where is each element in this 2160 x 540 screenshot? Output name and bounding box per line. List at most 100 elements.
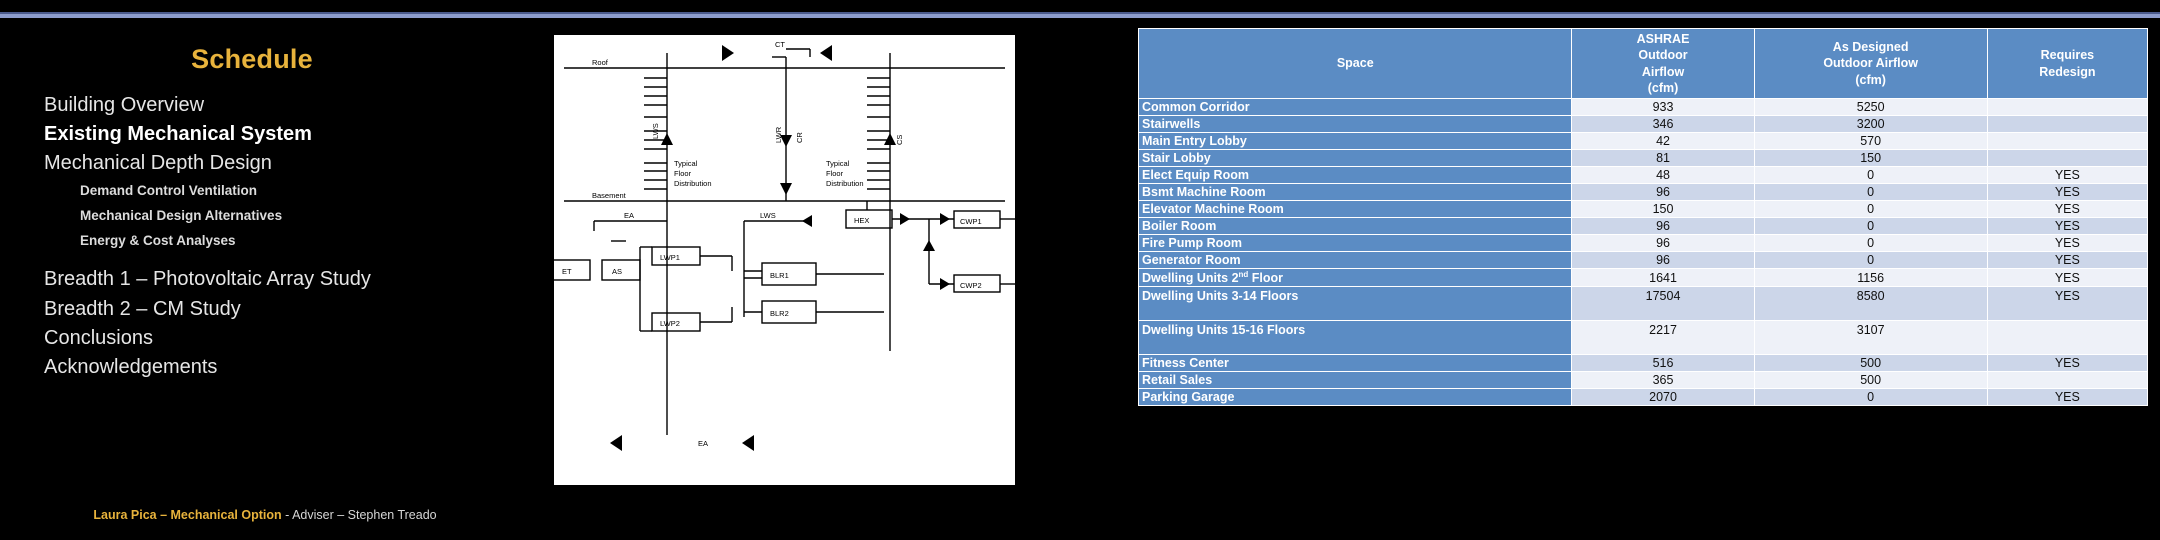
cell-space: Elevator Machine Room bbox=[1137, 200, 1573, 218]
agenda-item-9[interactable]: Acknowledgements bbox=[44, 353, 540, 382]
column-header-space: Space bbox=[1137, 28, 1573, 99]
agenda-item-2[interactable]: Mechanical Depth Design bbox=[44, 149, 540, 178]
header-line: Outdoor bbox=[1638, 48, 1688, 62]
label-lwr-riser: LWR bbox=[774, 126, 783, 143]
expansion-tank-box bbox=[554, 259, 591, 281]
label-pump-1: LWP1 bbox=[660, 253, 680, 262]
table-row: Fitness Center 516 500 YES bbox=[1137, 354, 2149, 373]
label-cond-pump-2: CWP2 bbox=[960, 281, 982, 290]
agenda-item-1[interactable]: Existing Mechanical System bbox=[44, 120, 540, 149]
agenda-item-3[interactable]: Demand Control Ventilation bbox=[80, 179, 540, 204]
agenda-item-0[interactable]: Building Overview bbox=[44, 91, 540, 120]
label-ea-bottom: EA bbox=[698, 439, 708, 448]
mechanical-riser-diagram: Roof Basement CT LWS LWR CR CS Typical F… bbox=[554, 35, 1015, 485]
nav-arrow-left-top bbox=[820, 45, 832, 61]
label-lws-riser: LWS bbox=[651, 123, 660, 139]
agenda-item-8[interactable]: Conclusions bbox=[44, 324, 540, 353]
presentation-slide: Schedule Building Overview Existing Mecha… bbox=[0, 0, 2160, 540]
label-typical-floor-1: Typical bbox=[674, 159, 698, 168]
cell-ashrae-airflow: 42 bbox=[1571, 132, 1755, 150]
label-cs-riser: CS bbox=[895, 135, 904, 145]
cell-as-designed-airflow: 3107 bbox=[1753, 320, 1988, 356]
header-line: Requires bbox=[2040, 48, 2095, 62]
cell-space: Common Corridor bbox=[1137, 98, 1573, 116]
cell-ashrae-airflow: 516 bbox=[1571, 354, 1755, 373]
cell-requires-redesign: YES bbox=[1986, 166, 2149, 184]
presenter-name: Laura Pica – Mechanical Option bbox=[93, 508, 282, 522]
cell-as-designed-airflow: 0 bbox=[1753, 217, 1988, 235]
table-row: Common Corridor 933 5250 bbox=[1137, 98, 2149, 116]
agenda-spacer bbox=[44, 253, 540, 265]
table-body: Common Corridor 933 5250 Stairwells 346 3200 M… bbox=[1137, 98, 2149, 407]
cell-requires-redesign: YES bbox=[1986, 286, 2149, 322]
table-row: Retail Sales 365 500 bbox=[1137, 371, 2149, 390]
table-header-row: Space ASHRAE Outdoor Airflow (cfm) As De… bbox=[1137, 28, 2149, 99]
table-row: Main Entry Lobby 42 570 bbox=[1137, 132, 2149, 150]
cell-ashrae-airflow: 96 bbox=[1571, 251, 1755, 269]
cell-as-designed-airflow: 0 bbox=[1753, 200, 1988, 218]
diagram-labels: Roof Basement CT LWS LWR CR CS Typical F… bbox=[562, 40, 982, 448]
agenda-item-5[interactable]: Energy & Cost Analyses bbox=[80, 229, 540, 254]
cell-space: Dwelling Units 15-16 Floors bbox=[1137, 320, 1573, 356]
cell-ashrae-airflow: 96 bbox=[1571, 183, 1755, 201]
cell-requires-redesign: YES bbox=[1986, 354, 2149, 373]
table-row: Generator Room 96 0 YES bbox=[1137, 251, 2149, 269]
agenda-item-4[interactable]: Mechanical Design Alternatives bbox=[80, 204, 540, 229]
cell-ashrae-airflow: 81 bbox=[1571, 149, 1755, 167]
cell-as-designed-airflow: 1156 bbox=[1753, 267, 1988, 288]
cell-space: Fitness Center bbox=[1137, 354, 1573, 373]
label-heat-exchanger: HEX bbox=[854, 216, 869, 225]
cell-requires-redesign bbox=[1986, 149, 2149, 167]
label-cooling-tower: CT bbox=[775, 40, 785, 49]
slide-footer: Laura Pica – Mechanical Option - Adviser… bbox=[0, 508, 540, 522]
label-cr-riser: CR bbox=[795, 132, 804, 143]
cell-space: Stairwells bbox=[1137, 115, 1573, 133]
table-header: Space ASHRAE Outdoor Airflow (cfm) As De… bbox=[1137, 28, 2149, 99]
label-typical-floor-r3: Distribution bbox=[826, 179, 864, 188]
cell-ashrae-airflow: 48 bbox=[1571, 166, 1755, 184]
cell-space: Main Entry Lobby bbox=[1137, 132, 1573, 150]
cell-requires-redesign bbox=[1986, 320, 2149, 356]
cell-as-designed-airflow: 0 bbox=[1753, 183, 1988, 201]
table-row: Stairwells 346 3200 bbox=[1137, 115, 2149, 133]
cell-space: Bsmt Machine Room bbox=[1137, 183, 1573, 201]
flow-arrows bbox=[610, 45, 950, 451]
cell-space: Parking Garage bbox=[1137, 388, 1573, 407]
header-line: As Designed bbox=[1832, 39, 1909, 54]
cell-ashrae-airflow: 17504 bbox=[1571, 286, 1755, 322]
adviser-name: - Adviser – Stephen Treado bbox=[285, 508, 437, 522]
cell-requires-redesign: YES bbox=[1986, 234, 2149, 252]
ventilation-comparison-table: Space ASHRAE Outdoor Airflow (cfm) As De… bbox=[1137, 28, 2149, 407]
label-roof: Roof bbox=[592, 58, 609, 67]
cell-space: Retail Sales bbox=[1137, 371, 1573, 390]
table-row: Dwelling Units 15-16 Floors 2217 3107 bbox=[1137, 320, 2149, 356]
table-row: Elect Equip Room 48 0 YES bbox=[1137, 166, 2149, 184]
label-typical-floor-2: Floor bbox=[674, 169, 692, 178]
label-basement: Basement bbox=[592, 191, 627, 200]
label-typical-floor-r2: Floor bbox=[826, 169, 844, 178]
label-cond-pump-1: CWP1 bbox=[960, 217, 982, 226]
table-row: Parking Garage 2070 0 YES bbox=[1137, 388, 2149, 407]
page-title: Schedule bbox=[191, 44, 313, 74]
cell-as-designed-airflow: 0 bbox=[1753, 251, 1988, 269]
cell-requires-redesign bbox=[1986, 115, 2149, 133]
table-row: Fire Pump Room 96 0 YES bbox=[1137, 234, 2149, 252]
ordinal-suffix: nd bbox=[1238, 270, 1249, 279]
table-row: Dwelling Units 3-14 Floors 17504 8580 YES bbox=[1137, 286, 2149, 322]
cell-space: Dwelling Units 3-14 Floors bbox=[1137, 286, 1573, 322]
cell-ashrae-airflow: 933 bbox=[1571, 98, 1755, 116]
cell-requires-redesign: YES bbox=[1986, 183, 2149, 201]
agenda-item-7[interactable]: Breadth 2 – CM Study bbox=[44, 295, 540, 324]
cell-requires-redesign bbox=[1986, 371, 2149, 390]
cell-as-designed-airflow: 3200 bbox=[1753, 115, 1988, 133]
cell-space: Stair Lobby bbox=[1137, 149, 1573, 167]
ventilation-table-panel: Space ASHRAE Outdoor Airflow (cfm) As De… bbox=[1137, 28, 2149, 407]
label-pump-2: LWP2 bbox=[660, 319, 680, 328]
cell-requires-redesign: YES bbox=[1986, 217, 2149, 235]
agenda-item-6[interactable]: Breadth 1 – Photovoltaic Array Study bbox=[44, 265, 540, 294]
label-typical-floor-r1: Typical bbox=[826, 159, 850, 168]
header-line: ASHRAE bbox=[1636, 31, 1690, 46]
header-line: Airflow bbox=[1641, 64, 1685, 79]
cell-as-designed-airflow: 500 bbox=[1753, 371, 1988, 390]
column-header-ashrae-airflow: ASHRAE Outdoor Airflow (cfm) bbox=[1571, 28, 1755, 99]
